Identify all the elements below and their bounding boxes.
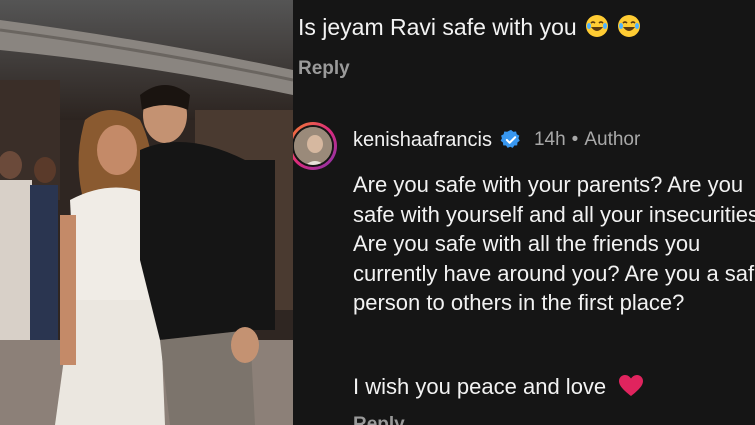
- author-badge: Author: [584, 129, 641, 150]
- comment-closing: I wish you peace and love: [353, 374, 644, 400]
- comment-username[interactable]: kenishaafrancis: [353, 129, 492, 152]
- top-comment: Is jeyam Ravi safe with you: [298, 14, 641, 41]
- red-heart-icon: [619, 375, 644, 396]
- comment-header: kenishaafrancis 14h • Author: [353, 126, 640, 154]
- laughing-emoji-icon: [618, 15, 641, 37]
- comments-panel: Is jeyam Ravi safe with you Reply kenish…: [293, 0, 755, 425]
- comment-body-text: Are you safe with your parents? Are you …: [353, 172, 755, 315]
- top-comment-reply-button[interactable]: Reply: [298, 58, 350, 80]
- comment-time: 14h: [533, 129, 566, 150]
- verified-badge-icon: [500, 129, 520, 148]
- avatar[interactable]: [293, 122, 337, 170]
- comment-reply-button[interactable]: Reply: [353, 414, 405, 425]
- top-comment-text: Is jeyam Ravi safe with you: [298, 14, 577, 40]
- comment-closing-text: I wish you peace and love: [353, 374, 607, 399]
- comment-body: Are you safe with your parents? Are you …: [353, 170, 755, 318]
- avatar-image: [293, 125, 334, 167]
- separator-dot: •: [571, 129, 579, 150]
- laughing-emoji-icon: [586, 15, 609, 37]
- post-photo: [0, 0, 293, 425]
